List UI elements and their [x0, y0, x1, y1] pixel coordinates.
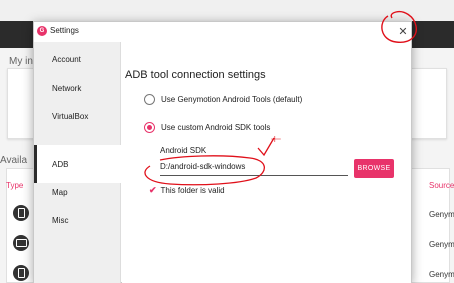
table-row-source[interactable]: Genymo: [429, 270, 454, 279]
browse-button[interactable]: BROWSE: [354, 159, 394, 178]
custom-sdk-option[interactable]: Use custom Android SDK tools: [144, 122, 270, 133]
sidebar-item-network[interactable]: Network: [34, 75, 121, 101]
sidebar-item-misc[interactable]: Misc: [34, 207, 121, 233]
sidebar-item-virtualbox[interactable]: VirtualBox: [34, 103, 121, 129]
section-title: ADB tool connection settings: [125, 69, 266, 81]
settings-dialog: G Settings ✕ Account Network VirtualBox …: [33, 21, 412, 283]
main-window-titlebar: [0, 0, 454, 21]
validation-message: ✔ This folder is valid: [149, 185, 225, 196]
android-sdk-label: Android SDK: [160, 146, 207, 155]
radio-unchecked-icon[interactable]: [144, 94, 155, 105]
sidebar-item-account[interactable]: Account: [34, 46, 121, 72]
tablet-icon: [13, 235, 29, 251]
my-instances-label: My in: [9, 56, 33, 67]
checkmark-icon: ✔: [149, 185, 157, 195]
table-row-source[interactable]: Genymo: [429, 210, 454, 219]
sidebar-item-adb[interactable]: ADB: [34, 145, 121, 183]
genymotion-tools-label: Use Genymotion Android Tools (default): [161, 95, 303, 104]
close-button[interactable]: ✕: [395, 23, 411, 39]
settings-sidebar: Account Network VirtualBox ADB Map Misc: [34, 42, 121, 283]
source-column-header[interactable]: Source: [429, 181, 454, 190]
genymotion-tools-option[interactable]: Use Genymotion Android Tools (default): [144, 94, 302, 105]
dialog-titlebar: G Settings ✕: [34, 22, 411, 42]
phone-icon: [13, 265, 29, 281]
android-sdk-path-input[interactable]: [160, 158, 348, 176]
custom-sdk-label: Use custom Android SDK tools: [161, 123, 271, 132]
valid-folder-text: This folder is valid: [160, 186, 225, 195]
type-column-header[interactable]: Type: [6, 181, 23, 190]
phone-icon: [13, 205, 29, 221]
adb-settings-panel: ADB tool connection settings Use Genymot…: [122, 42, 411, 283]
table-row-source[interactable]: Genymo: [429, 240, 454, 249]
sidebar-item-map[interactable]: Map: [34, 179, 121, 205]
dialog-title: Settings: [50, 26, 79, 35]
radio-checked-icon[interactable]: [144, 122, 155, 133]
available-label: Availa: [0, 155, 28, 166]
genymotion-logo-icon: G: [37, 26, 47, 36]
